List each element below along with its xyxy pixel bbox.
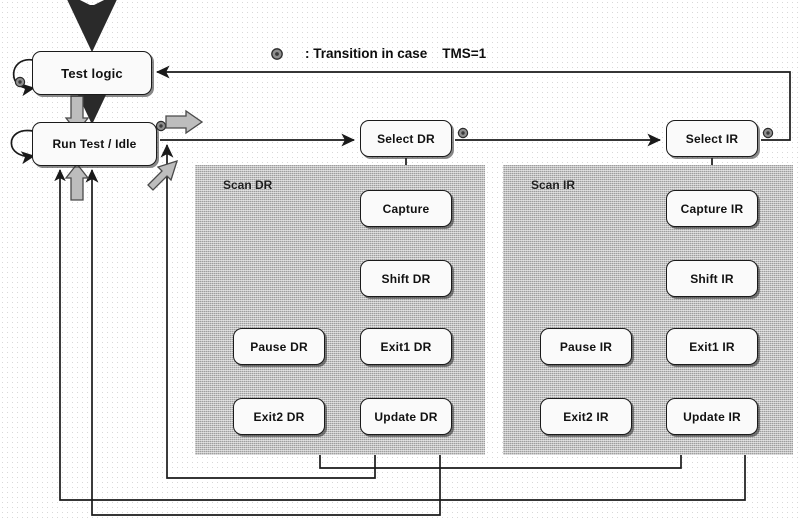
tap-state-diagram: Scan DR Scan IR: Transition in case TMS… [0, 0, 800, 522]
state-exit1-ir[interactable]: Exit1 IR [666, 328, 758, 365]
state-capture-dr[interactable]: Capture [360, 190, 452, 227]
state-select-ir[interactable]: Select IR [666, 120, 758, 157]
scan-dr-label: Scan DR [223, 178, 273, 192]
state-update-ir[interactable]: Update IR [666, 398, 758, 435]
state-pause-dr[interactable]: Pause DR [233, 328, 325, 365]
state-exit2-ir[interactable]: Exit2 IR [540, 398, 632, 435]
legend-text: : Transition in case TMS=1 [305, 46, 487, 61]
scan-ir-label: Scan IR [531, 178, 576, 192]
state-select-dr[interactable]: Select DR [360, 120, 452, 157]
state-run-test-idle[interactable]: Run Test / Idle [32, 122, 157, 166]
state-test-logic[interactable]: Test logic [32, 51, 152, 95]
state-capture-ir[interactable]: Capture IR [666, 190, 758, 227]
state-update-dr[interactable]: Update DR [360, 398, 452, 435]
state-pause-ir[interactable]: Pause IR [540, 328, 632, 365]
state-exit2-dr[interactable]: Exit2 DR [233, 398, 325, 435]
state-shift-dr[interactable]: Shift DR [360, 260, 452, 297]
state-shift-ir[interactable]: Shift IR [666, 260, 758, 297]
state-exit1-dr[interactable]: Exit1 DR [360, 328, 452, 365]
